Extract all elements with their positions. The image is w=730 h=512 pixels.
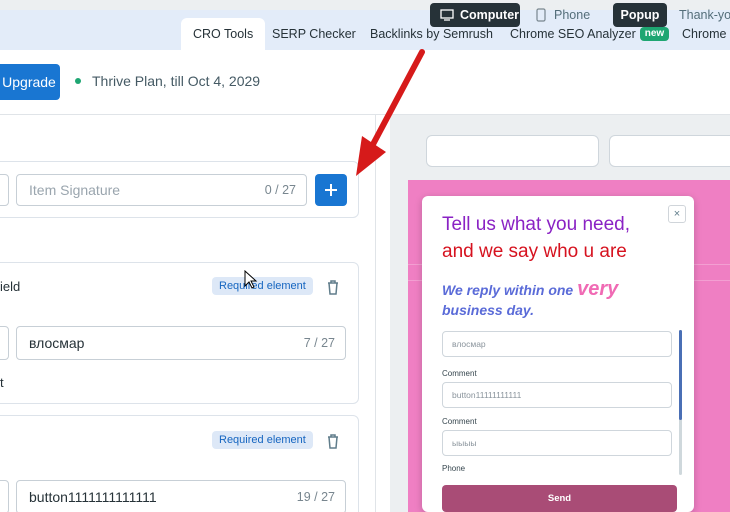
element-label-value: влосмар [29, 335, 85, 351]
close-icon[interactable]: × [668, 205, 686, 223]
tab-cro-tools[interactable]: CRO Tools [181, 18, 266, 50]
computer-mode-button[interactable]: Computer [430, 3, 520, 27]
plan-info: Thrive Plan, till Oct 4, 2029 [92, 73, 261, 89]
popup-input-placeholder: ыыыы [452, 438, 477, 448]
element-left-field[interactable] [0, 480, 9, 512]
send-button[interactable]: Send [442, 485, 677, 512]
popup-heading-line2: and we say who u are [442, 241, 627, 262]
popup-input[interactable]: button11111111111 [442, 382, 672, 408]
popup-input[interactable]: влосмар [442, 331, 672, 357]
item-signature-placeholder: Item Signature [29, 182, 121, 198]
element-label-input[interactable]: button1111111111111 19 / 27 [16, 480, 346, 512]
signature-left-field[interactable] [0, 174, 9, 206]
element-title: ield [0, 279, 21, 294]
popup-subheading-line2: business day. [442, 302, 535, 318]
element-label-value: button1111111111111 [29, 489, 157, 505]
tab-label: Chrome U [682, 27, 730, 41]
trash-icon[interactable] [326, 433, 340, 449]
input-underline [217, 205, 258, 206]
char-counter: 7 / 27 [303, 336, 335, 350]
device-toggle [426, 135, 599, 167]
element-option-label: t [0, 375, 4, 390]
popup-field-label: Comment [442, 417, 477, 426]
annotation-arrow-icon [356, 49, 425, 176]
popup-input-placeholder: button11111111111 [452, 390, 522, 400]
popup-view-button[interactable]: Popup [613, 3, 667, 27]
required-element-chip: Required element [212, 431, 313, 449]
mode-label: Computer [460, 8, 520, 22]
char-counter: 19 / 27 [296, 490, 335, 504]
plus-icon [325, 184, 337, 196]
tab-label: Backlinks by Semrush [370, 27, 493, 41]
subheading-emphasis: very [577, 278, 619, 300]
item-signature-input[interactable]: Item Signature 0 / 27 [16, 174, 307, 206]
popup-input[interactable]: ыыыы [442, 430, 672, 456]
popup-heading-line1: Tell us what you need, [442, 214, 631, 235]
mouse-cursor-icon [244, 270, 258, 289]
plan-status-dot [75, 78, 81, 84]
phone-icon [536, 8, 546, 22]
tab-label: Chrome SEO Analyzer [510, 27, 636, 41]
phone-mode-button[interactable]: Phone [530, 3, 596, 27]
new-badge: new [639, 27, 670, 41]
char-counter: 0 / 27 [264, 183, 296, 197]
tab-serp-checker[interactable]: SERP Checker [272, 18, 356, 50]
thank-you-view-button[interactable]: Thank-yo [679, 3, 730, 27]
upgrade-button[interactable]: Upgrade [0, 64, 60, 100]
trash-icon[interactable] [326, 279, 340, 295]
mode-label: Phone [554, 8, 591, 22]
element-left-field[interactable] [0, 326, 9, 360]
popup-input-placeholder: влосмар [452, 339, 486, 349]
popup-field-label: Comment [442, 369, 477, 378]
popup-field-label: Phone [442, 464, 466, 473]
popup-scrollbar-thumb[interactable] [679, 330, 682, 420]
tab-label: SERP Checker [272, 27, 356, 41]
required-element-chip: Required element [212, 277, 313, 295]
popup-subheading: We reply within one very [442, 278, 618, 301]
subheading-text: We reply within one [442, 282, 574, 298]
tab-label: CRO Tools [193, 27, 254, 41]
element-label-input[interactable]: влосмар 7 / 27 [16, 326, 346, 360]
monitor-icon [440, 9, 454, 21]
view-toggle [609, 135, 730, 167]
